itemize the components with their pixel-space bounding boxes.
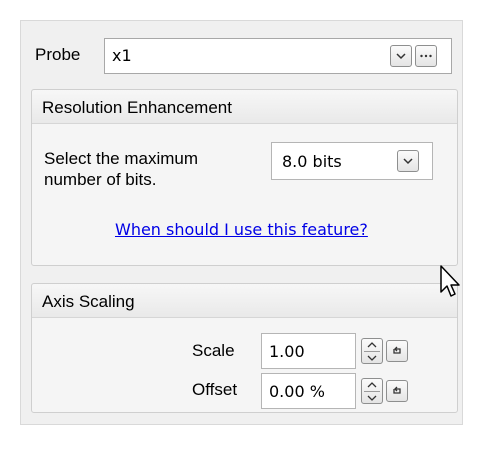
scale-value: 1.00 bbox=[269, 342, 305, 361]
scale-label: Scale bbox=[192, 341, 235, 360]
reset-icon bbox=[393, 386, 401, 394]
scale-input[interactable]: 1.00 bbox=[261, 333, 356, 369]
spin-up-icon[interactable] bbox=[362, 379, 382, 391]
resolution-enhancement-header: Resolution Enhancement bbox=[32, 90, 457, 124]
probe-combobox[interactable]: x1 bbox=[104, 38, 452, 74]
reset-icon bbox=[393, 346, 401, 354]
probe-dropdown-button[interactable] bbox=[390, 45, 412, 67]
chevron-down-icon bbox=[396, 53, 406, 60]
resolution-description-line2: number of bits. bbox=[44, 170, 157, 189]
bits-value: 8.0 bits bbox=[282, 152, 342, 171]
ellipsis-icon bbox=[420, 54, 432, 58]
bits-dropdown-button[interactable] bbox=[397, 150, 419, 172]
axis-scaling-title: Axis Scaling bbox=[42, 292, 135, 311]
axis-scaling-group: Axis Scaling Scale 1.00 Offset 0.00 % bbox=[31, 283, 458, 413]
offset-input[interactable]: 0.00 % bbox=[261, 373, 356, 409]
spin-up-icon[interactable] bbox=[362, 339, 382, 351]
scale-spinner[interactable] bbox=[361, 338, 383, 364]
probe-label: Probe bbox=[35, 45, 81, 64]
resolution-description-line1: Select the maximum bbox=[44, 149, 198, 168]
bits-select[interactable]: 8.0 bits bbox=[271, 142, 433, 180]
feature-help-link[interactable]: When should I use this feature? bbox=[115, 220, 368, 239]
spin-down-icon[interactable] bbox=[362, 352, 382, 364]
mouse-cursor-icon bbox=[440, 265, 460, 297]
probe-settings-panel: Probe x1 Resolution Enhancement Select t… bbox=[20, 20, 463, 425]
offset-label: Offset bbox=[192, 380, 238, 399]
resolution-enhancement-title: Resolution Enhancement bbox=[42, 98, 232, 117]
offset-spinner[interactable] bbox=[361, 378, 383, 404]
probe-more-button[interactable] bbox=[415, 45, 437, 67]
spin-down-icon[interactable] bbox=[362, 392, 382, 404]
probe-value: x1 bbox=[112, 46, 132, 65]
chevron-down-icon bbox=[403, 158, 413, 165]
scale-reset-button[interactable] bbox=[386, 340, 408, 362]
offset-value: 0.00 % bbox=[269, 382, 325, 401]
offset-reset-button[interactable] bbox=[386, 380, 408, 402]
resolution-enhancement-group: Resolution Enhancement Select the maximu… bbox=[31, 89, 458, 266]
axis-scaling-header: Axis Scaling bbox=[32, 284, 457, 318]
